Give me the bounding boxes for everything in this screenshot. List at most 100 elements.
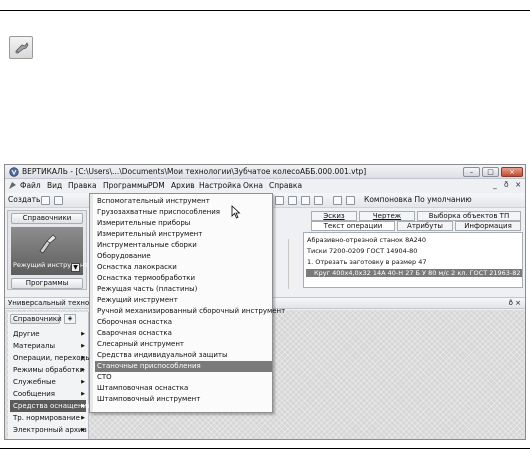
operation-text-area[interactable]: Абразивно-отрезной станок 8А240 Тиски 72… [303,232,523,288]
doc-close-button[interactable]: × [515,180,521,189]
nav-item-label: Электронный архив [13,426,87,434]
mouse-cursor-icon [231,205,241,219]
title-bar: ВЕРТИКАЛЬ - [C:\Users\...\Documents\Мои … [5,165,525,179]
doc-restore-button[interactable]: ð [504,180,509,189]
nav-item-label: Режимы обработки [13,366,85,374]
edit-icon[interactable] [314,196,323,205]
operation-line[interactable]: Абразивно-отрезной станок 8А240 [307,236,426,244]
table-icon[interactable] [301,196,310,205]
menu-programs[interactable]: Программы [103,181,149,190]
nav-item-messages[interactable]: Сообщения ▶ [10,388,86,400]
export-icon[interactable] [346,196,355,205]
tab-operation-text[interactable]: Текст операции [311,221,395,231]
filter-icon[interactable]: ◈ [64,314,76,324]
doc-minimize-button[interactable]: _ [493,180,497,189]
layout-selector[interactable]: Компоновка По умолчанию [364,195,472,204]
chevron-right-icon: ▶ [81,331,85,337]
vertical-scrollbar[interactable] [288,239,297,289]
toolbar-tool-button[interactable] [9,36,33,59]
close-button[interactable]: × [501,167,523,177]
submenu-item[interactable]: Штамповочная оснастка [95,383,272,394]
chevron-right-icon: ▶ [81,427,85,433]
nav-item-label: Тр. нормирование [13,414,80,422]
chevron-right-icon: ▶ [81,343,85,349]
nav-item-other[interactable]: Другие ▶ [10,328,86,340]
menu-help[interactable]: Справка [269,181,302,190]
chevron-right-icon: ▶ [81,379,85,385]
tab-attributes[interactable]: Атрибуты [397,221,453,231]
submenu-item[interactable]: Оснастка лакокраски [95,262,272,273]
equipment-submenu: Вспомогательный инструмент Грузозахватны… [89,193,285,413]
nav-item-electronic-archive[interactable]: Электронный архив ▶ [10,424,87,436]
submenu-item[interactable]: Измерительные приборы [95,218,272,229]
menu-bar: Файл Вид Правка Программы PDM Архив Наст… [5,180,525,192]
app-logo-icon [9,167,19,177]
references-header[interactable]: Справочники [11,213,83,224]
submenu-item[interactable]: Оснастка термообработки [95,273,272,284]
operation-line-selected[interactable]: Круг 400х4,0х32 14А 40-Н 27 Б У 80 м/с 2… [306,269,522,277]
save-icon[interactable] [54,196,63,205]
tab-sketch[interactable]: Эскиз [311,211,357,221]
cutting-tool-tile[interactable]: Режущий инструмент ▼ [11,227,88,275]
chevron-right-icon: ▶ [81,415,85,421]
nav-item-label: Сообщения [13,390,56,398]
grid-icon[interactable] [275,196,284,205]
submenu-item-selected[interactable]: Станочные приспособления [95,361,272,372]
chevron-down-icon[interactable]: ▼ [71,263,80,272]
tool-icon [15,42,29,54]
submenu-item[interactable]: Оборудование [95,251,272,262]
nav-item-modes[interactable]: Режимы обработки ▶ [10,364,86,376]
maximize-button[interactable]: □ [482,167,499,177]
doc-icon [9,182,16,189]
top-rule [0,10,530,11]
references-panel: Справочники Режущий инструмент ▼ Програм… [7,210,88,290]
submenu-item[interactable]: Слесарный инструмент [95,339,272,350]
tab-drawing[interactable]: Чертеж [359,211,415,221]
minimize-button[interactable]: – [463,167,480,177]
submenu-item[interactable]: Сборочная оснастка [95,317,272,328]
bottom-rule [0,448,530,449]
operation-line[interactable]: Тиски 7200-0209 ГОСТ 14904-80 [307,247,417,255]
nav-item-equipment-means[interactable]: Средства оснащения ▶ [10,400,91,412]
submenu-item[interactable]: Штамповочный инструмент [95,394,272,405]
submenu-item[interactable]: Грузозахватные приспособления [95,207,272,218]
window-title: ВЕРТИКАЛЬ - [C:\Users\...\Documents\Мои … [22,167,367,176]
menu-view[interactable]: Вид [47,181,62,190]
menu-settings[interactable]: Настройка [199,181,241,190]
menu-edit[interactable]: Правка [68,181,97,190]
nav-item-service[interactable]: Служебные ▶ [10,376,86,388]
settings-icon[interactable] [333,196,342,205]
chevron-right-icon: ▶ [81,403,85,409]
submenu-item[interactable]: Инструментальные сборки [95,240,272,251]
menu-file[interactable]: Файл [20,181,41,190]
open-icon[interactable] [41,196,50,205]
tab-information[interactable]: Информация [455,221,521,231]
nav-item-label: Материалы [13,342,55,350]
nav-item-label: Другие [13,330,40,338]
create-button[interactable]: Создать [8,195,40,204]
layout-icon[interactable] [288,196,297,205]
nav-item-labor-norms[interactable]: Тр. нормирование ▶ [10,412,86,424]
submenu-item[interactable]: Измерительный инструмент [95,229,272,240]
menu-pdm[interactable]: PDM [148,181,165,190]
operation-panel: Эскиз Чертеж Выборка объектов ТП Текст о… [301,210,525,296]
nav-item-materials[interactable]: Материалы ▶ [10,340,86,352]
submenu-item[interactable]: Средства индивидуальной защиты [95,350,272,361]
submenu-gutter [90,194,93,412]
submenu-item[interactable]: Режущий инструмент [95,295,272,306]
submenu-item[interactable]: Режущая часть (пластины) [95,284,272,295]
submenu-item[interactable]: Ручной механизированный сборочный инстру… [95,306,285,317]
panel-close-button[interactable]: ð × [509,299,521,307]
cutting-tool-icon [39,234,57,254]
submenu-item[interactable]: СТО [95,372,272,383]
submenu-item[interactable]: Вспомогательный инструмент [95,196,272,207]
menu-windows[interactable]: Окна [243,181,263,190]
navigation-panel: Справочники ▾ ◈ Другие ▶ Материалы ▶ Опера… [8,312,91,439]
programs-button[interactable]: Программы [11,278,83,289]
references-dropdown[interactable]: Справочники ▾ [10,314,67,324]
nav-item-operations[interactable]: Операции, переходы ▶ [10,352,91,364]
menu-archive[interactable]: Архив [171,181,195,190]
submenu-item[interactable]: Сварочная оснастка [95,328,272,339]
tab-tp-selection[interactable]: Выборка объектов ТП [417,211,521,221]
operation-line[interactable]: 1. Отрезать заготовку в размер 47 [307,258,427,266]
